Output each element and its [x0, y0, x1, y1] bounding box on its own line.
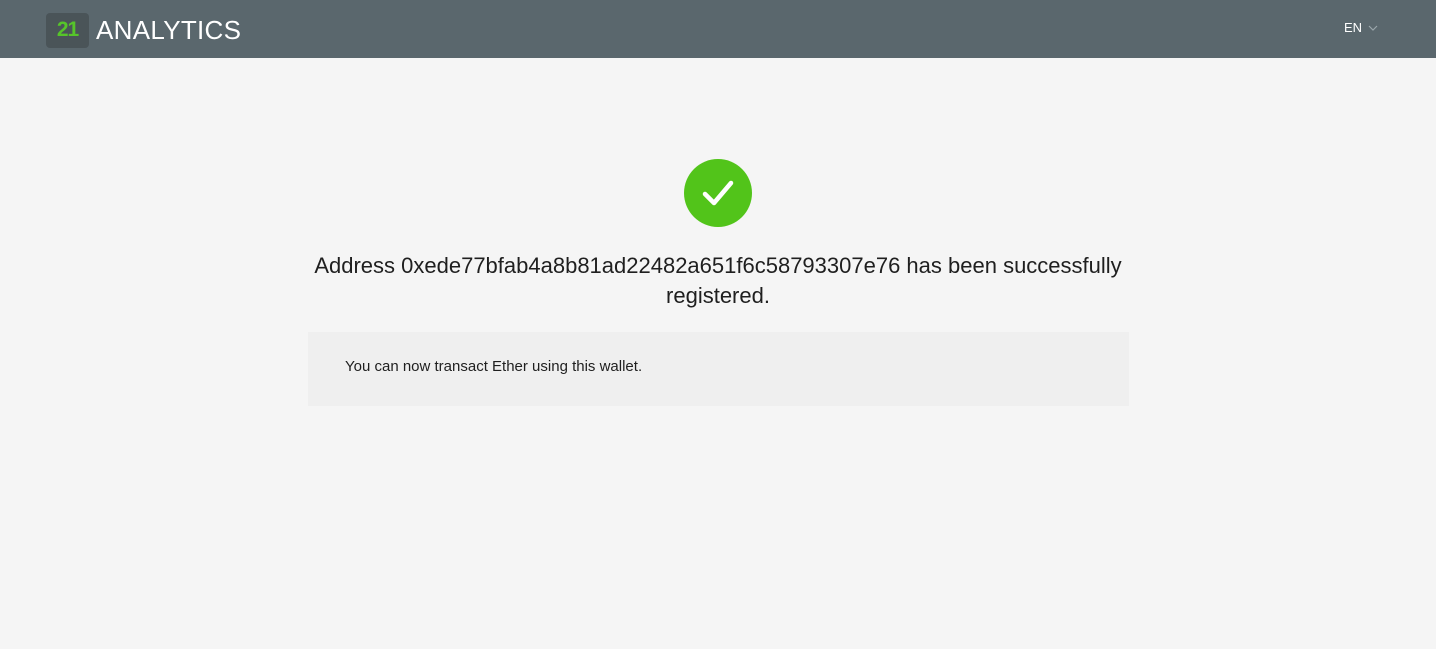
language-selector[interactable]: EN: [1344, 20, 1378, 35]
logo-text: ANALYTICS: [96, 14, 242, 45]
info-box: You can now transact Ether using this wa…: [308, 332, 1129, 406]
language-label: EN: [1343, 20, 1362, 35]
logo-mark: 21: [46, 12, 89, 48]
logo[interactable]: 21 ANALYTICS: [46, 12, 242, 48]
check-circle-icon: [684, 159, 752, 227]
top-bar: 21 ANALYTICS EN: [0, 0, 1436, 58]
success-message: Address 0xede77bfab4a8b81ad22482a651f6c5…: [314, 253, 1122, 308]
chevron-down-icon: [1368, 25, 1378, 31]
info-text: You can now transact Ether using this wa…: [345, 358, 643, 375]
